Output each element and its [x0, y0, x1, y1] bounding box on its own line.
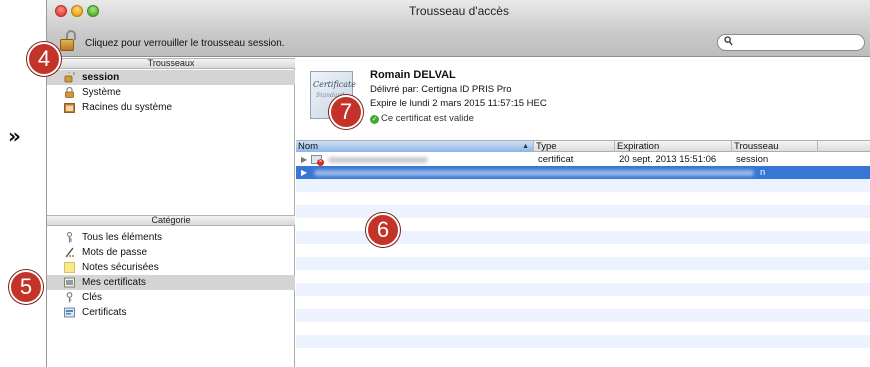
callout-badge-4: 4: [27, 42, 61, 76]
sidebar-item-keys[interactable]: Clés: [47, 290, 295, 305]
window-title: Trousseau d'accès: [409, 4, 509, 18]
checkmark-icon: ✓: [370, 115, 379, 124]
disclosure-triangle-icon[interactable]: ▶: [301, 153, 307, 166]
search-icon: [724, 36, 733, 49]
empty-row: [296, 283, 870, 296]
sidebar-item-session[interactable]: session: [47, 69, 295, 85]
certificate-expiration: Expire le lundi 2 mars 2015 11:57:15 HEC: [370, 98, 547, 109]
sidebar-item-racines[interactable]: Racines du système: [47, 100, 295, 115]
callout-badge-5: 5: [9, 270, 43, 304]
sidebar-item-my-certificates[interactable]: Mes certificats: [47, 275, 295, 290]
empty-row: [296, 270, 870, 283]
column-header-nom[interactable]: Nom ▲: [296, 141, 534, 152]
password-icon: [64, 247, 75, 258]
empty-row: [296, 296, 870, 309]
redacted-content: [314, 170, 754, 176]
redacted-name: [328, 157, 428, 163]
table-row-selected[interactable]: ▶ n: [296, 166, 870, 179]
folder-icon: [64, 102, 75, 113]
sidebar-item-label: Certificats: [82, 307, 127, 318]
row-keychain: session: [736, 154, 769, 165]
empty-row: [296, 322, 870, 335]
column-header-label: Nom: [298, 141, 319, 152]
sidebar-item-label: Tous les éléments: [82, 232, 163, 243]
certificate-name: Romain DELVAL: [370, 69, 456, 81]
empty-row: [296, 179, 870, 192]
keychain-unlocked-icon: [64, 69, 75, 83]
certificate-icon: [64, 307, 75, 318]
sidebar-item-label: Notes sécurisées: [82, 262, 159, 273]
sidebar-item-passwords[interactable]: Mots de passe: [47, 245, 295, 260]
lock-keychain-button[interactable]: [60, 30, 78, 52]
row-expiration: 20 sept. 2013 15:51:06: [619, 154, 717, 165]
certificate-revoked-icon: ×: [311, 155, 324, 166]
table-row[interactable]: ▶ × certificat 20 sept. 2013 15:51:06 se…: [296, 153, 870, 166]
certificate-status: ✓ Ce certificat est valide: [370, 113, 474, 124]
search-field[interactable]: [717, 34, 865, 51]
column-header-label: Trousseau: [734, 141, 779, 152]
keychains-header: Trousseaux: [47, 58, 295, 69]
row-type: certificat: [538, 154, 574, 165]
disclosure-triangle-icon[interactable]: ▶: [301, 166, 307, 179]
sidebar-item-all-items[interactable]: Tous les éléments: [47, 230, 295, 245]
column-header-expiration[interactable]: Expiration: [615, 141, 732, 152]
key-icon: [64, 292, 75, 303]
column-header-label: Type: [536, 141, 557, 152]
lock-icon: [64, 86, 75, 98]
sidebar-item-label: Système: [82, 87, 121, 98]
callout-badge-6: 6: [366, 213, 400, 247]
sidebar: Trousseaux session Système Racines du sy…: [47, 58, 295, 367]
certificate-status-text: Ce certificat est valide: [381, 113, 474, 124]
column-header-type[interactable]: Type: [534, 141, 615, 152]
empty-row: [296, 348, 870, 361]
sidebar-item-label: Mes certificats: [82, 277, 146, 288]
sidebar-item-label: Racines du système: [82, 102, 173, 113]
sidebar-item-certificates[interactable]: Certificats: [47, 305, 295, 320]
sidebar-item-label: Clés: [82, 292, 103, 303]
sidebar-item-secure-notes[interactable]: Notes sécurisées: [47, 260, 295, 275]
secure-note-icon: [64, 262, 75, 273]
certificate-issuer: Délivré par: Certigna ID PRIS Pro: [370, 84, 512, 95]
empty-row: [296, 257, 870, 270]
callout-badge-7: 7: [329, 95, 363, 129]
padlock-body: [60, 39, 74, 51]
title-bar: Trousseau d'accès Cliquez pour verrouill…: [47, 0, 870, 57]
empty-row: [296, 335, 870, 348]
all-items-icon: [64, 232, 75, 243]
column-header-label: Expiration: [617, 141, 660, 152]
column-header-trousseau[interactable]: Trousseau: [732, 141, 818, 152]
sidebar-item-systeme[interactable]: Système: [47, 85, 295, 100]
sort-ascending-icon: ▲: [522, 143, 529, 150]
certificate-image-title: Certificate: [313, 80, 356, 89]
my-certificate-icon: [64, 277, 75, 288]
keychain-access-window: Trousseau d'accès Cliquez pour verrouill…: [46, 0, 870, 367]
sidebar-item-label: Mots de passe: [82, 247, 148, 258]
sidebar-item-label: session: [82, 72, 120, 83]
row-keychain: n: [760, 167, 766, 178]
lock-hint-text: Cliquez pour verrouiller le trousseau se…: [85, 38, 285, 49]
empty-row: [296, 192, 870, 205]
category-header: Catégorie: [47, 215, 295, 226]
page-marker: »: [8, 124, 21, 148]
empty-row: [296, 309, 870, 322]
table-header: Nom ▲ Type Expiration Trousseau: [296, 140, 870, 152]
